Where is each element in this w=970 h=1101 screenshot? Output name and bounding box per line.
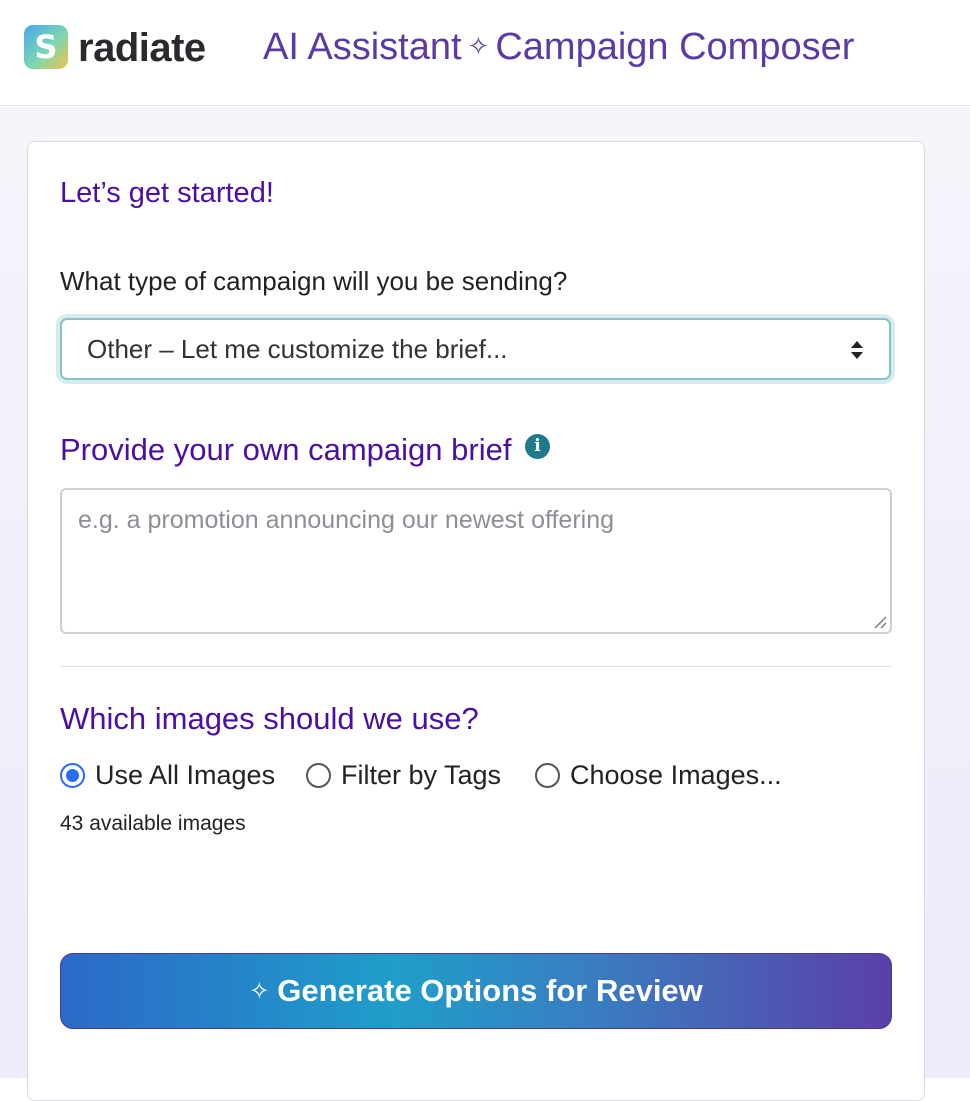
select-arrows-icon	[851, 341, 863, 359]
radio-use-all-images[interactable]: Use All Images	[60, 760, 275, 791]
radio-label: Use All Images	[95, 760, 276, 790]
info-icon[interactable]: i	[525, 434, 550, 459]
brief-heading: Provide your own campaign brief	[60, 432, 512, 467]
section-divider	[60, 666, 892, 667]
campaign-brief-textarea[interactable]: e.g. a promotion announcing our newest o…	[60, 488, 892, 634]
radio-label: Filter by Tags	[341, 760, 502, 790]
sparkle-icon: ✧	[249, 977, 270, 1005]
available-images-count: 43 available images	[60, 812, 246, 835]
brief-placeholder: e.g. a promotion announcing our newest o…	[78, 506, 615, 534]
resize-handle-icon[interactable]	[873, 615, 887, 629]
app-title: AI Assistant ✧ Campaign Composer	[263, 26, 854, 69]
generate-button-label: Generate Options for Review	[277, 973, 703, 1008]
radio-filter-by-tags[interactable]: Filter by Tags	[306, 760, 501, 791]
brand-name[interactable]: radiate	[78, 26, 206, 71]
radiate-logo-icon[interactable]: S	[24, 25, 68, 69]
sparkle-icon: ✧	[467, 31, 490, 61]
radio-button[interactable]	[60, 763, 85, 788]
logo-letter: S	[34, 28, 58, 66]
app-header: S radiate AI Assistant ✧ Campaign Composer	[0, 0, 970, 106]
radio-label: Choose Images...	[570, 760, 782, 790]
generate-options-button[interactable]: ✧ Generate Options for Review	[60, 953, 892, 1029]
radio-button[interactable]	[535, 763, 560, 788]
app-title-right: Campaign Composer	[495, 26, 855, 68]
images-heading: Which images should we use?	[60, 701, 479, 736]
radio-button[interactable]	[306, 763, 331, 788]
campaign-type-label: What type of campaign will you be sendin…	[60, 266, 568, 296]
radio-choose-images[interactable]: Choose Images...	[535, 760, 782, 791]
app-title-left: AI Assistant	[263, 26, 462, 68]
campaign-type-selected-value: Other – Let me customize the brief...	[87, 333, 508, 364]
campaign-type-select[interactable]: Other – Let me customize the brief...	[60, 318, 891, 380]
section-heading-start: Let’s get started!	[60, 177, 274, 209]
